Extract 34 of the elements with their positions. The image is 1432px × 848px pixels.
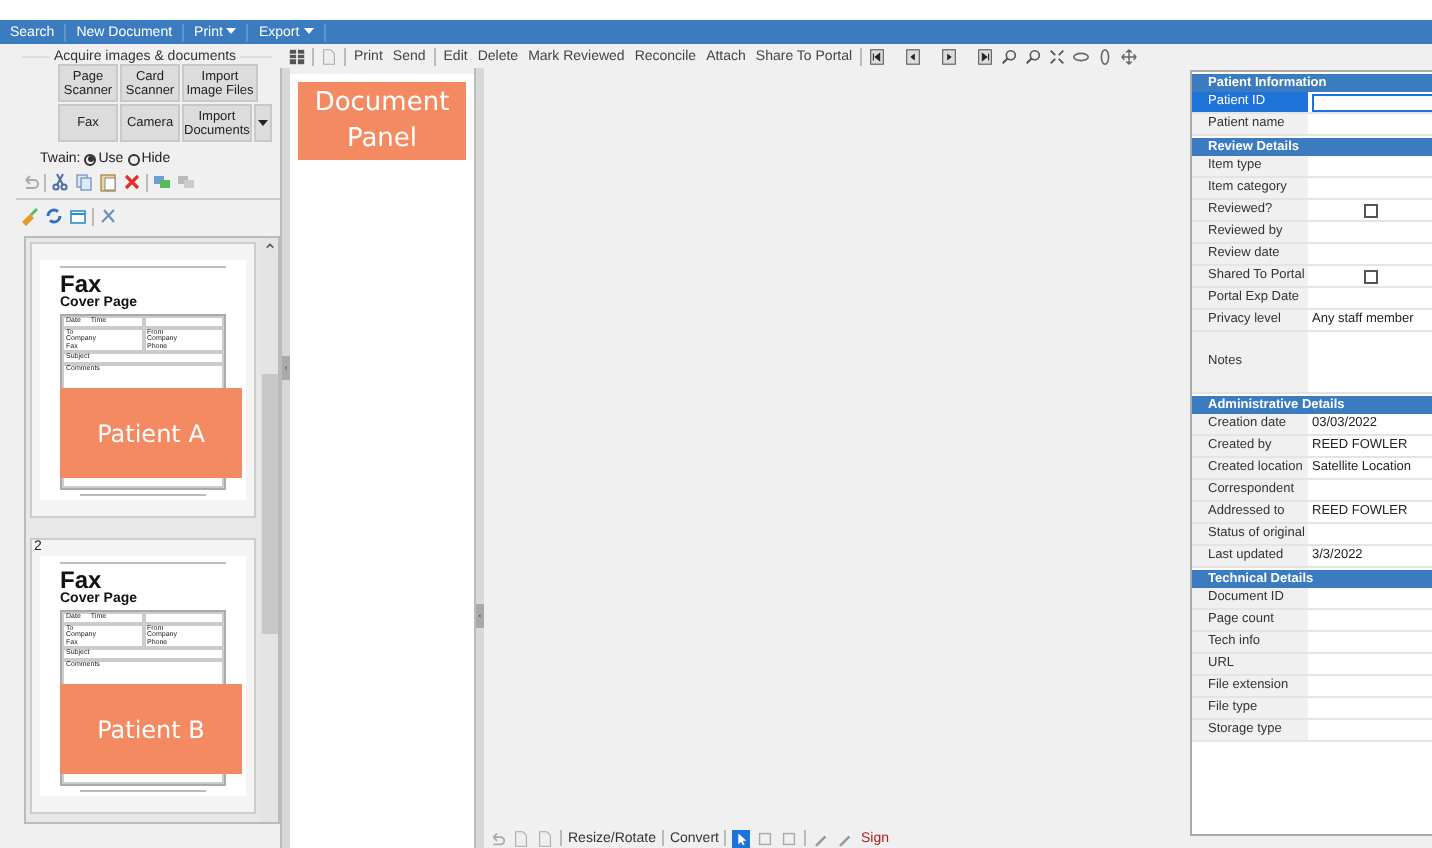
grid-icon[interactable] bbox=[288, 47, 306, 65]
dropdown-button[interactable] bbox=[253, 104, 272, 142]
zoom-in-icon[interactable] bbox=[1000, 47, 1019, 65]
radio-button[interactable] bbox=[127, 153, 140, 165]
radio-button[interactable] bbox=[84, 153, 97, 165]
panel-label: Document Panel bbox=[298, 82, 466, 160]
calendar-icon[interactable] bbox=[68, 206, 88, 226]
zoom-out-icon[interactable] bbox=[1024, 47, 1043, 65]
checkbox[interactable] bbox=[1364, 203, 1378, 217]
move-icon[interactable] bbox=[1120, 47, 1139, 65]
checkbox[interactable] bbox=[1364, 269, 1378, 283]
copy-icon[interactable] bbox=[74, 172, 94, 192]
patient-label: Patient B bbox=[60, 684, 242, 774]
collapse-handle[interactable] bbox=[476, 604, 484, 628]
scroll-up-icon[interactable] bbox=[261, 238, 277, 254]
caret-icon bbox=[303, 28, 314, 36]
patient-label: Patient A bbox=[60, 388, 242, 478]
collapse-handle[interactable] bbox=[282, 356, 290, 380]
paste-icon[interactable] bbox=[98, 172, 118, 192]
first-page-icon[interactable] bbox=[868, 47, 887, 65]
caret-icon bbox=[257, 119, 268, 127]
refresh-icon[interactable] bbox=[44, 206, 64, 226]
delete-icon[interactable] bbox=[122, 172, 142, 192]
next-page-icon[interactable] bbox=[940, 47, 959, 65]
caret-icon bbox=[226, 28, 237, 36]
last-page-icon[interactable] bbox=[976, 47, 995, 65]
pointer-icon[interactable] bbox=[732, 829, 751, 847]
undo-icon bbox=[20, 172, 40, 192]
previous-page-icon[interactable] bbox=[904, 47, 923, 65]
scissors-icon[interactable] bbox=[50, 172, 70, 192]
document-title: Fax bbox=[60, 274, 104, 296]
document-title: Fax bbox=[60, 570, 104, 592]
fit-icon[interactable] bbox=[1048, 47, 1067, 65]
scroll-thumb[interactable] bbox=[261, 374, 277, 634]
